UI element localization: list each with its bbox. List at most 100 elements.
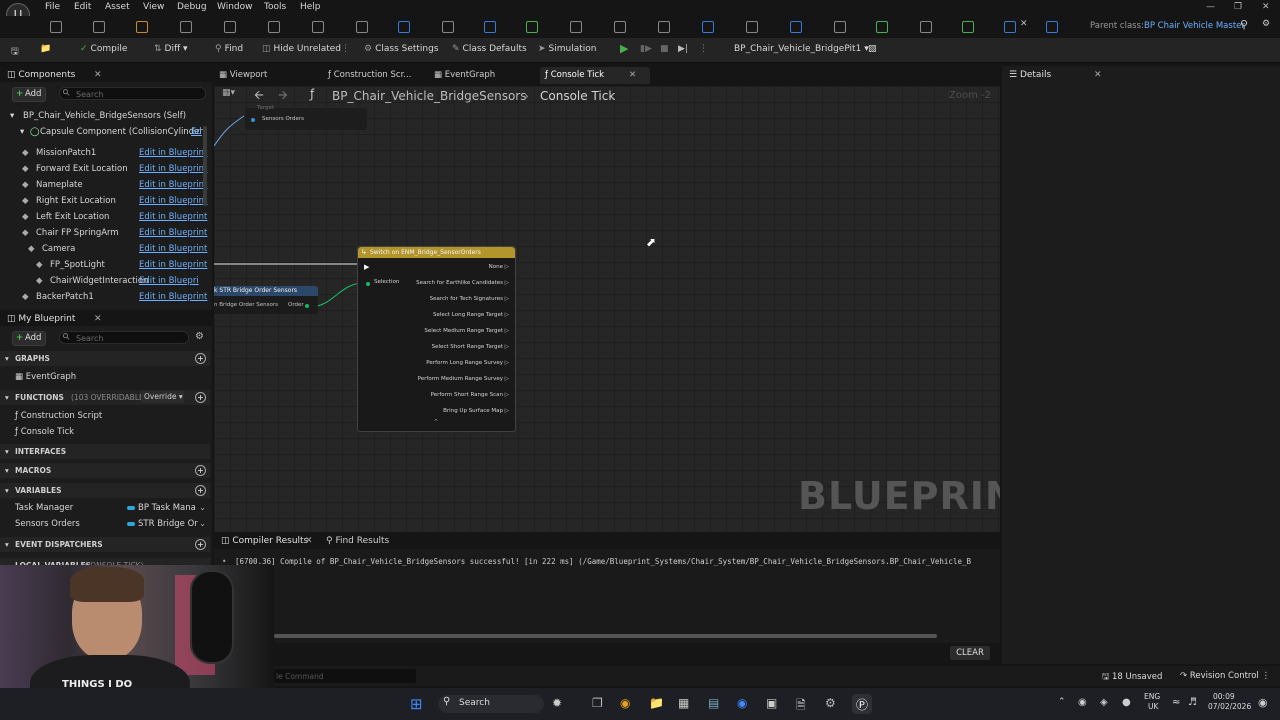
language-indicator[interactable]: ENG [1144,692,1160,701]
component-item[interactable]: MissionPatch1 [36,148,96,158]
chrome-icon[interactable]: ◉ [620,696,630,710]
switch-output-pin[interactable]: Select Medium Range Target [424,328,509,334]
event-graph-item[interactable]: ▦ EventGraph [15,372,76,382]
selection-pin[interactable] [366,282,370,286]
parent-class-link[interactable]: BP Chair Vehicle Master [1144,21,1245,31]
chevron-down-icon[interactable]: ⌄ [199,519,206,529]
wifi-icon[interactable]: ≈ [1172,697,1180,708]
tab-event-graph[interactable]: ▦ EventGraph [434,70,495,80]
console-tick-item[interactable]: ƒ Console Tick [15,427,74,437]
tab-icon[interactable] [93,21,105,33]
tray-icon[interactable]: ◈ [1100,697,1108,708]
tab-icon[interactable] [876,21,888,33]
restore-icon[interactable]: ❐ [1234,2,1242,12]
add-graph-icon[interactable]: + [195,353,206,364]
gear-icon[interactable]: ⚙ [195,331,204,342]
collapse-pins-icon[interactable]: ⌃ [433,418,439,426]
tab-close-icon[interactable]: ✕ [629,70,636,80]
clear-button[interactable]: CLEAR [950,646,990,660]
play-options-icon[interactable]: ⋮ [699,44,708,54]
tab-icon[interactable] [702,21,714,33]
components-close-icon[interactable]: ✕ [94,70,102,80]
edit-in-blueprint-link[interactable]: Edit in Blueprint [139,244,207,254]
component-item[interactable]: Chair FP SpringArm [36,228,119,238]
tab-icon[interactable] [1046,21,1058,33]
add-variable-icon[interactable]: + [195,485,206,496]
tab-icon[interactable] [790,21,802,33]
menu-view[interactable]: View [143,2,164,12]
component-item[interactable]: Nameplate [36,180,83,190]
edit-in-blueprint-link[interactable]: Edit in Bluepri [139,276,199,286]
clock-time[interactable]: 00:09 [1213,692,1235,701]
close-icon[interactable]: ✕ [305,536,313,546]
compile-button[interactable]: ✓ Compile [80,44,127,54]
tab-compiler-results[interactable]: ◫ Compiler Results [221,536,308,546]
skip-icon[interactable]: ▶| [678,44,688,54]
menu-help[interactable]: Help [300,2,321,12]
variable-type[interactable]: STR Bridge Or [138,519,198,529]
edit-in-blueprint-link[interactable]: Edit in Blueprint [139,196,207,206]
pin-dot[interactable] [305,304,309,308]
edit-in-blueprint-link[interactable]: Edit in Blueprint [139,148,207,158]
task-view-icon[interactable]: ❐ [592,696,603,710]
more-options-icon[interactable]: ⋮ [341,44,350,54]
app-icon[interactable]: ▣ [766,696,777,710]
components-tab[interactable]: ◫ Components [7,70,75,80]
add-function-icon[interactable]: + [195,392,206,403]
edit-in-blueprint-link[interactable]: Edit in Blueprint [139,164,207,174]
component-item[interactable]: Right Exit Location [36,196,116,206]
chevron-down-icon[interactable]: ⌄ [199,503,206,513]
tab-construction-script[interactable]: ƒ Construction Scr... [328,70,411,80]
blueprint-graph-canvas[interactable]: ▦▾ 🡨 🡪 ƒ BP_Chair_Vehicle_BridgeSensors … [214,86,1000,532]
edit-in-blueprint-link[interactable]: Edit in Blueprint [139,260,207,270]
minimize-icon[interactable]: — [1206,2,1215,12]
my-blueprint-tab[interactable]: ◫ My Blueprint [7,314,75,324]
switch-output-pin[interactable]: Perform Long Range Survey [426,360,509,366]
revision-control-button[interactable]: ↷ Revision Control ⋮ [1180,671,1270,681]
hide-unrelated-button[interactable]: ◫ Hide Unrelated [262,44,341,54]
menu-edit[interactable]: Edit [74,2,91,12]
tab-icon[interactable] [268,21,280,33]
find-button[interactable]: ⚲ Find [215,44,243,54]
tab-icon[interactable] [570,21,582,33]
tab-icon[interactable] [50,21,62,33]
menu-window[interactable]: Window [217,2,253,12]
edit-in-blueprint-link[interactable]: Edit in Blueprint [139,228,207,238]
browse-icon[interactable]: 📁 [40,44,51,54]
play-icon[interactable]: ▶ [620,42,628,55]
notepad-icon[interactable]: 🗎 [796,696,806,717]
switch-output-pin[interactable]: None [489,264,509,270]
edit-in-blueprint-link[interactable]: Edit in Blueprint [139,292,207,302]
add-macro-icon[interactable]: + [195,465,206,476]
switch-output-pin[interactable]: Search for Tech Signatures [430,296,509,302]
search-icon[interactable]: ⚲ [1240,18,1248,31]
functions-section[interactable]: ▾ FUNCTIONS (103 OVERRIDABLE) Override ▾ + [0,390,210,405]
tab-icon[interactable] [398,21,410,33]
tab-icon[interactable] [962,21,974,33]
unsaved-indicator[interactable]: 🖫 18 Unsaved [1102,671,1162,685]
tray-icon[interactable]: ◉ [1078,697,1087,708]
tab-icon[interactable] [834,21,846,33]
tab-icon[interactable] [312,21,324,33]
app-icon[interactable]: ▦ [678,696,689,710]
my-blueprint-add-button[interactable]: Add [12,331,47,346]
my-blueprint-search-input[interactable]: Search [59,331,189,344]
my-blueprint-close-icon[interactable]: ✕ [94,314,102,324]
tab-icon[interactable] [1004,21,1016,33]
tab-icon[interactable] [180,21,192,33]
stop-icon[interactable]: ■ [660,44,669,54]
tab-icon[interactable] [920,21,932,33]
steam-icon[interactable]: ⚙ [825,696,836,710]
construction-script-item[interactable]: ƒ Construction Script [15,411,102,421]
variable-sensors-orders[interactable]: Sensors Orders [15,519,80,529]
file-explorer-icon[interactable]: 📁 [649,696,664,710]
switch-on-enum-node[interactable]: Switch on ENM_Bridge_SensorOrders ↳ ▶ Se… [357,246,516,432]
add-dispatcher-icon[interactable]: + [195,539,206,550]
edit-in-blueprint-link[interactable]: Edit in Blueprint [139,212,207,222]
tab-icon[interactable] [526,21,538,33]
component-item[interactable]: Forward Exit Location [36,164,128,174]
horizontal-scrollbar[interactable] [274,634,937,638]
break-struct-node[interactable]: k STR Bridge Order Sensors n Bridge Orde… [214,286,318,314]
override-dropdown[interactable]: Override ▾ [141,391,184,403]
tree-expand-icon[interactable]: ▾ [10,111,14,121]
